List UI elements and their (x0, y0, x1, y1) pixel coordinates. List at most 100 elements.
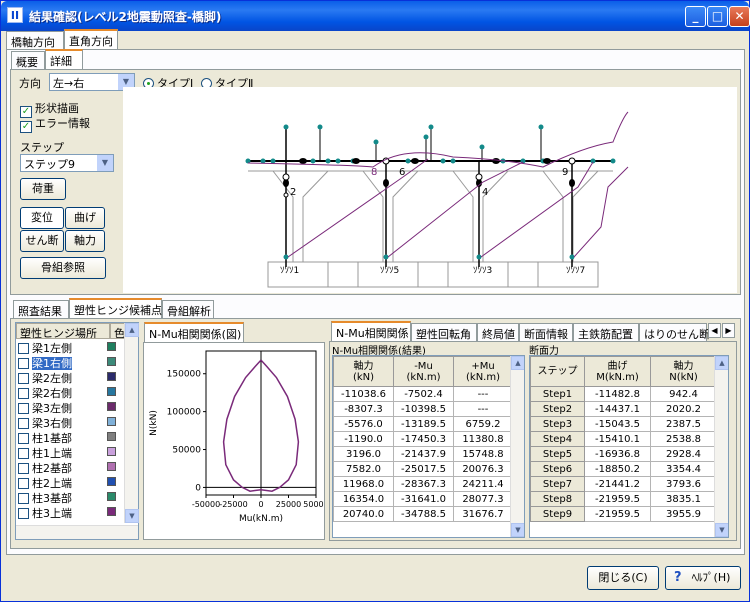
hinge-list-item[interactable]: 梁2左側 (18, 370, 126, 385)
tab-ultimate-value[interactable]: 終局値 (477, 323, 519, 342)
table-header-cell[interactable]: 軸力 (kN) (333, 356, 394, 387)
table-row[interactable]: Step2 -14437.1 2020.2 (530, 401, 717, 417)
step-select[interactable]: ステップ9 ▼ (20, 154, 114, 172)
table-row[interactable]: Step9 -21959.5 3955.9 (530, 506, 717, 522)
tab-bridge-axis[interactable]: 橋軸方向 (6, 31, 64, 50)
checkbox-icon[interactable] (18, 478, 29, 489)
hinge-list-item[interactable]: 梁3左側 (18, 400, 126, 415)
axial-button[interactable]: 軸力 (65, 230, 105, 252)
hinge-list-item[interactable]: 梁2右側 (18, 385, 126, 400)
table-row[interactable]: -5576.0 -13189.5 6759.2 (333, 416, 513, 432)
tab-section-info[interactable]: 断面情報 (519, 323, 573, 342)
hinge-list-item[interactable]: 梁3右側 (18, 415, 126, 430)
node-label-6: 6 (399, 167, 405, 178)
checkbox-icon[interactable] (18, 358, 29, 369)
table-row[interactable]: Step8 -21959.5 3835.1 (530, 491, 717, 507)
hinge-list-item[interactable]: 柱1基部 (18, 430, 126, 445)
table-row[interactable]: 7582.0 -25017.5 20076.3 (333, 461, 513, 477)
checkbox-icon[interactable] (18, 493, 29, 504)
tab-nmu-relation[interactable]: N-Mu相関関係 (331, 321, 411, 342)
checkbox-icon[interactable] (18, 448, 29, 459)
hinge-list-item[interactable]: 柱1上端 (18, 445, 126, 460)
tab-plastic-hinge[interactable]: 塑性ヒンジ候補点 (69, 298, 162, 319)
tab-scroll-left-icon[interactable]: ◀ (708, 323, 721, 338)
table-row[interactable]: -11038.6 -7502.4 --- (333, 386, 513, 402)
error-info-checkbox[interactable]: ✓ エラー情報 (20, 115, 90, 133)
tab-scroll-right-icon[interactable]: ▶ (722, 323, 735, 338)
hinge-list-hscrollbar[interactable] (16, 525, 138, 539)
table-row[interactable]: Step5 -16936.8 2928.4 (530, 446, 717, 462)
color-swatch (107, 357, 116, 366)
checkbox-icon[interactable] (18, 463, 29, 474)
scroll-up-icon[interactable]: ▲ (715, 356, 728, 370)
table-row[interactable]: Step7 -21441.2 3793.6 (530, 476, 717, 492)
table-row[interactable]: -1190.0 -17450.3 11380.8 (333, 431, 513, 447)
table-row[interactable]: -8307.3 -10398.5 --- (333, 401, 513, 417)
table-row[interactable]: Step4 -15410.1 2538.8 (530, 431, 717, 447)
checkbox-icon[interactable] (18, 508, 29, 519)
title-bar[interactable]: II 結果確認(レベル2地震動照査-橋脚) _ □ ✕ (1, 1, 750, 31)
close-button[interactable]: 閉じる(C) (587, 566, 659, 590)
table-row[interactable]: 11968.0 -28367.3 24211.4 (333, 476, 513, 492)
checkbox-icon[interactable] (18, 343, 29, 354)
help-button[interactable]: ? ﾍﾙﾌﾟ(H) (665, 566, 741, 590)
scroll-down-icon[interactable]: ▼ (511, 523, 524, 537)
tab-perpendicular[interactable]: 直角方向 (64, 29, 118, 50)
scroll-up-icon[interactable]: ▲ (125, 323, 139, 337)
scroll-up-icon[interactable]: ▲ (511, 356, 524, 370)
table-row[interactable]: Step3 -15043.5 2387.5 (530, 416, 717, 432)
checkbox-icon[interactable] (18, 373, 29, 384)
tab-overview[interactable]: 概要 (11, 51, 45, 70)
color-swatch (107, 417, 116, 426)
hinge-list-scrollbar[interactable]: ▲ ▼ (124, 323, 139, 523)
hinge-list-item[interactable]: 梁1右側 (18, 355, 126, 370)
nmu-table-scrollbar[interactable]: ▲ ▼ (510, 356, 524, 537)
hinge-list-item[interactable]: 柱3上端 (18, 505, 126, 520)
table-cell: Step5 (530, 446, 585, 462)
maximize-button[interactable]: □ (707, 6, 728, 27)
hinge-list-item[interactable]: 柱3基部 (18, 490, 126, 505)
tab-detail[interactable]: 詳細 (45, 49, 83, 70)
scroll-down-icon[interactable]: ▼ (715, 523, 728, 537)
hinge-list[interactable]: 塑性ヒンジ場所 色 梁1左側 梁1右側 梁2左側 梁2右側 梁3左側 梁3右側 柱1基部 柱1… (15, 322, 139, 540)
shear-button[interactable]: せん断 (20, 230, 64, 252)
table-header-cell[interactable]: 曲げ M(kN.m) (584, 356, 651, 387)
table-row[interactable]: 3196.0 -21437.9 15748.8 (333, 446, 513, 462)
table-row[interactable]: Step1 -11482.8 942.4 (530, 386, 717, 402)
tab-rebar-layout[interactable]: 主鉄筋配置 (573, 323, 639, 342)
tab-plastic-rotation[interactable]: 塑性回転角 (411, 323, 477, 342)
checkbox-icon[interactable] (18, 433, 29, 444)
checkbox-icon[interactable] (18, 418, 29, 429)
table-cell: Step6 (530, 461, 585, 477)
hinge-header-location[interactable]: 塑性ヒンジ場所 (16, 323, 110, 339)
table-row[interactable]: 20740.0 -34788.5 31676.7 (333, 506, 513, 522)
frame-reference-button[interactable]: 骨組参照 (20, 257, 106, 279)
table-row[interactable]: 16354.0 -31641.0 28077.3 (333, 491, 513, 507)
nmu-table-box[interactable]: 軸力 (kN) -Mu (kN.m) +Mu (kN.m) -11038.6 -7502… (332, 355, 525, 538)
tab-frame-analysis[interactable]: 骨組解析 (162, 300, 214, 319)
tab-check-results[interactable]: 照査結果 (13, 300, 69, 319)
hinge-list-item[interactable]: 柱2基部 (18, 460, 126, 475)
table-row[interactable]: Step6 -18850.2 3354.4 (530, 461, 717, 477)
displacement-button[interactable]: 変位 (20, 207, 64, 229)
tab-beam-shear[interactable]: はりのせん断 (639, 323, 710, 342)
tab-nmu-chart[interactable]: N-Mu相関関係(図) (144, 322, 244, 343)
hinge-list-item[interactable]: 梁1左側 (18, 340, 126, 355)
checkbox-icon[interactable] (18, 403, 29, 414)
hinge-list-item[interactable]: 柱2上端 (18, 475, 126, 490)
section-table-scrollbar[interactable]: ▲ ▼ (714, 356, 728, 537)
node-label-8: 8 (371, 167, 377, 178)
load-button[interactable]: 荷重 (20, 178, 66, 200)
scroll-down-icon[interactable]: ▼ (125, 509, 139, 523)
section-table-box[interactable]: ステップ 曲げ M(kN.m) 軸力 N(kN) Step1 -11482.8 942.4… (529, 355, 729, 538)
color-swatch (107, 342, 116, 351)
checkbox-icon[interactable] (18, 388, 29, 399)
minimize-button[interactable]: _ (685, 6, 706, 27)
bending-button[interactable]: 曲げ (65, 207, 105, 229)
close-window-button[interactable]: ✕ (729, 6, 750, 27)
table-header-cell[interactable]: +Mu (kN.m) (453, 356, 513, 387)
x-tick-label: -25000 (219, 500, 247, 509)
table-header-cell[interactable]: -Mu (kN.m) (393, 356, 454, 387)
table-header-cell[interactable]: 軸力 N(kN) (650, 356, 717, 387)
table-header-cell[interactable]: ステップ (530, 356, 585, 387)
